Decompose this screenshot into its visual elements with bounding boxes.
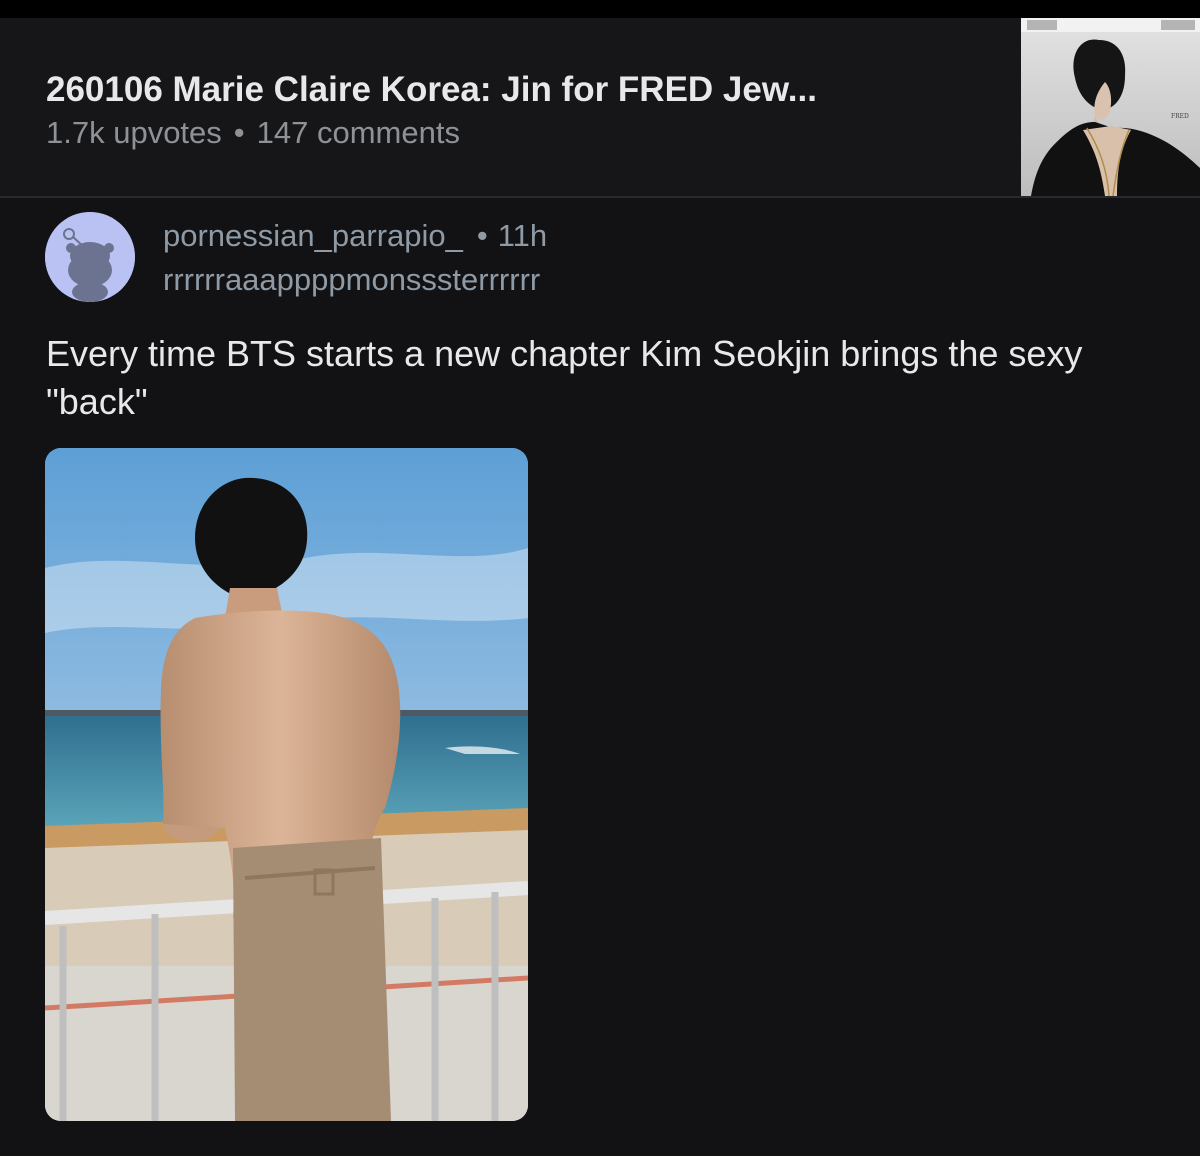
meta-separator: •	[233, 115, 245, 150]
comment: pornessian_parrapio_ • 11h rrrrrraaappppmo…	[0, 198, 1200, 1156]
post-meta: 1.7k upvotes • 147 comments	[46, 115, 460, 151]
comment-timestamp: 11h	[497, 218, 548, 253]
post-header[interactable]: 260106 Marie Claire Korea: Jin for FRED …	[0, 18, 1200, 198]
user-flair: rrrrrraaappppmonsssterrrrrr	[163, 262, 541, 297]
upvote-count: 1.7k upvotes	[46, 115, 222, 150]
comment-count[interactable]: 147 comments	[257, 115, 460, 150]
reddit-comment-screen: 260106 Marie Claire Korea: Jin for FRED …	[0, 0, 1200, 1156]
status-bar-strip	[0, 0, 1200, 18]
comment-author-line: pornessian_parrapio_ • 11h	[163, 218, 547, 254]
beach-photo	[45, 448, 528, 1121]
author-separator: •	[476, 218, 488, 253]
svg-text:FRED: FRED	[1171, 113, 1189, 120]
post-thumbnail[interactable]: FRED	[1021, 18, 1200, 196]
comment-text: Every time BTS starts a new chapter Kim …	[46, 333, 1083, 422]
magazine-cover-image: FRED	[1021, 18, 1200, 196]
snoo-avatar-icon[interactable]	[45, 212, 135, 302]
post-title[interactable]: 260106 Marie Claire Korea: Jin for FRED …	[46, 70, 1006, 110]
comment-image[interactable]	[45, 448, 528, 1121]
username-link[interactable]: pornessian_parrapio_	[163, 218, 463, 253]
